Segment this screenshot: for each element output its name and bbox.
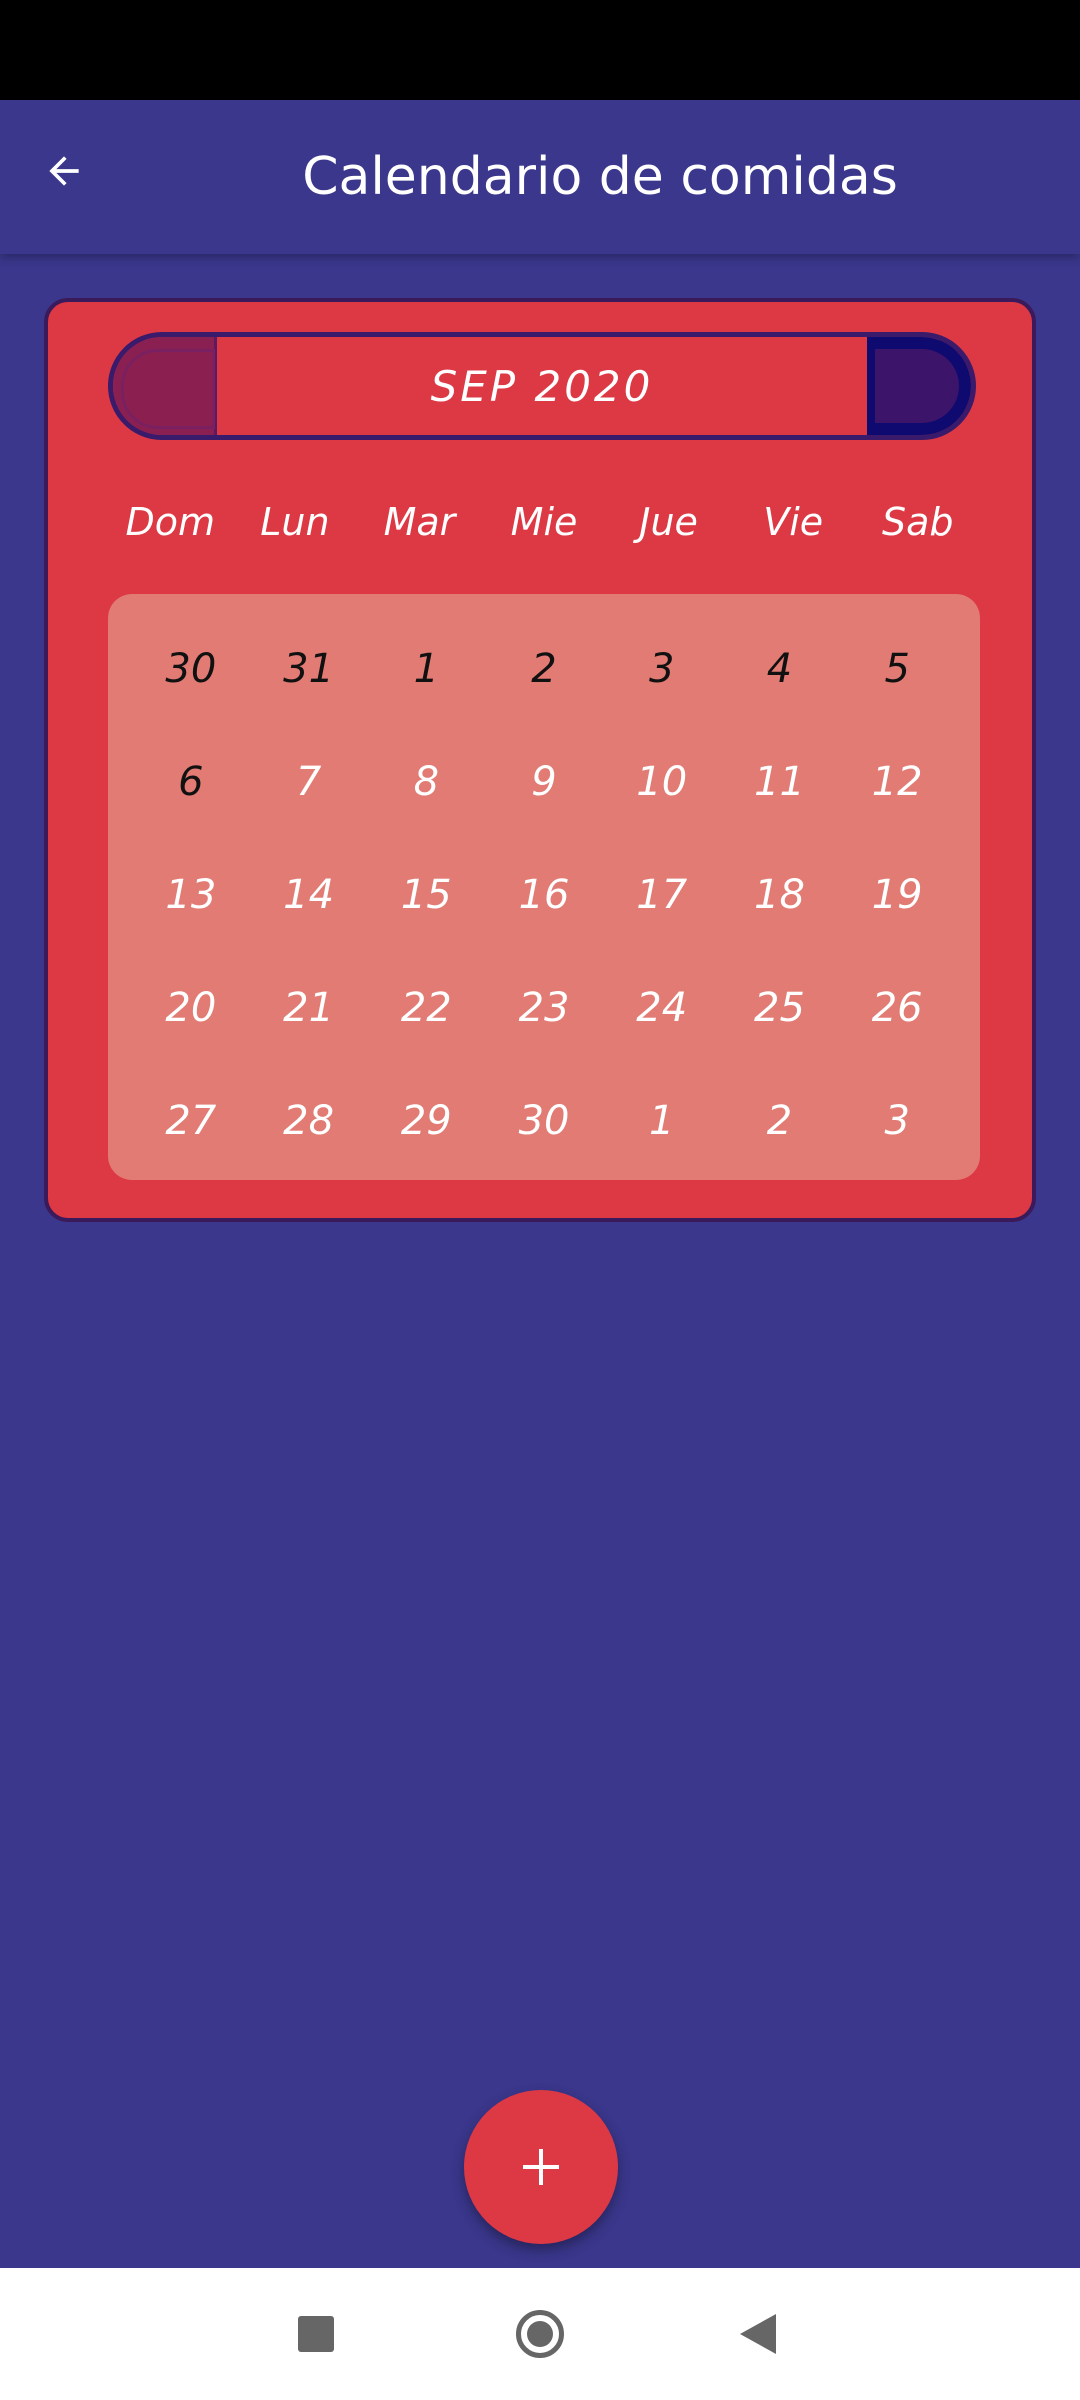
day-cell[interactable]: 20 bbox=[132, 951, 250, 1064]
day-cell[interactable]: 26 bbox=[838, 951, 956, 1064]
page-title: Calendario de comidas bbox=[302, 147, 898, 207]
day-cell[interactable]: 25 bbox=[721, 951, 839, 1064]
arrow-back-icon bbox=[49, 156, 79, 186]
day-cell[interactable]: 24 bbox=[603, 951, 721, 1064]
day-cell[interactable]: 8 bbox=[367, 725, 485, 838]
week-row: 13 14 15 16 17 18 19 bbox=[132, 838, 956, 951]
back-button[interactable] bbox=[28, 135, 100, 207]
day-cell[interactable]: 7 bbox=[250, 725, 368, 838]
day-cell[interactable]: 14 bbox=[250, 838, 368, 951]
week-row: 6 7 8 9 10 11 12 bbox=[132, 725, 956, 838]
day-cell[interactable]: 22 bbox=[367, 951, 485, 1064]
day-cell[interactable]: 28 bbox=[250, 1064, 368, 1177]
day-cell[interactable]: 12 bbox=[838, 725, 956, 838]
day-cell[interactable]: 4 bbox=[721, 612, 839, 725]
day-cell[interactable]: 17 bbox=[603, 838, 721, 951]
add-meal-button[interactable] bbox=[464, 2090, 618, 2244]
day-cell[interactable]: 2 bbox=[485, 612, 603, 725]
day-cell[interactable]: 13 bbox=[132, 838, 250, 951]
weekday-label: Mar bbox=[383, 500, 456, 544]
day-cell[interactable]: 6 bbox=[132, 725, 250, 838]
day-cell[interactable]: 9 bbox=[485, 725, 603, 838]
weekday-label: Sab bbox=[881, 500, 954, 544]
weekday-header: Dom Lun Mar Mie Jue Vie Sab bbox=[108, 492, 980, 552]
day-cell[interactable]: 15 bbox=[367, 838, 485, 951]
weekday-label: Dom bbox=[125, 500, 216, 544]
month-selector: SEP 2020 bbox=[108, 332, 976, 440]
day-cell[interactable]: 3 bbox=[603, 612, 721, 725]
system-nav-bar bbox=[0, 2268, 1080, 2400]
day-cell[interactable]: 27 bbox=[132, 1064, 250, 1177]
month-label: SEP 2020 bbox=[430, 361, 654, 411]
day-cell[interactable]: 5 bbox=[838, 612, 956, 725]
home-icon[interactable] bbox=[516, 2310, 564, 2358]
day-cell[interactable]: 18 bbox=[721, 838, 839, 951]
status-bar bbox=[0, 0, 1080, 100]
week-row: 20 21 22 23 24 25 26 bbox=[132, 951, 956, 1064]
weekday-label: Mie bbox=[510, 500, 578, 544]
weekday-label: Vie bbox=[763, 500, 824, 544]
weekday-label: Jue bbox=[639, 500, 698, 544]
nav-back-icon[interactable] bbox=[740, 2314, 776, 2354]
week-row: 27 28 29 30 1 2 3 bbox=[132, 1064, 956, 1177]
day-cell[interactable]: 10 bbox=[603, 725, 721, 838]
weekday-label: Lun bbox=[260, 500, 330, 544]
calendar-card: SEP 2020 Dom Lun Mar Mie Jue Vie Sab 30 … bbox=[44, 298, 1036, 1222]
day-cell[interactable]: 30 bbox=[132, 612, 250, 725]
day-cell[interactable]: 1 bbox=[603, 1064, 721, 1177]
app-bar: Calendario de comidas bbox=[0, 100, 1080, 254]
day-cell[interactable]: 2 bbox=[721, 1064, 839, 1177]
day-cell[interactable]: 29 bbox=[367, 1064, 485, 1177]
days-grid: 30 31 1 2 3 4 5 6 7 8 9 10 11 12 13 14 1… bbox=[108, 594, 980, 1180]
day-cell[interactable]: 3 bbox=[838, 1064, 956, 1177]
day-cell[interactable]: 19 bbox=[838, 838, 956, 951]
week-row: 30 31 1 2 3 4 5 bbox=[132, 612, 956, 725]
day-cell[interactable]: 11 bbox=[721, 725, 839, 838]
plus-icon bbox=[523, 2149, 559, 2185]
day-cell[interactable]: 30 bbox=[485, 1064, 603, 1177]
day-cell[interactable]: 23 bbox=[485, 951, 603, 1064]
prev-month-button[interactable] bbox=[113, 337, 217, 435]
day-cell[interactable]: 1 bbox=[367, 612, 485, 725]
day-cell[interactable]: 21 bbox=[250, 951, 368, 1064]
next-month-button[interactable] bbox=[867, 337, 971, 435]
recents-icon[interactable] bbox=[298, 2316, 334, 2352]
day-cell[interactable]: 16 bbox=[485, 838, 603, 951]
day-cell[interactable]: 31 bbox=[250, 612, 368, 725]
